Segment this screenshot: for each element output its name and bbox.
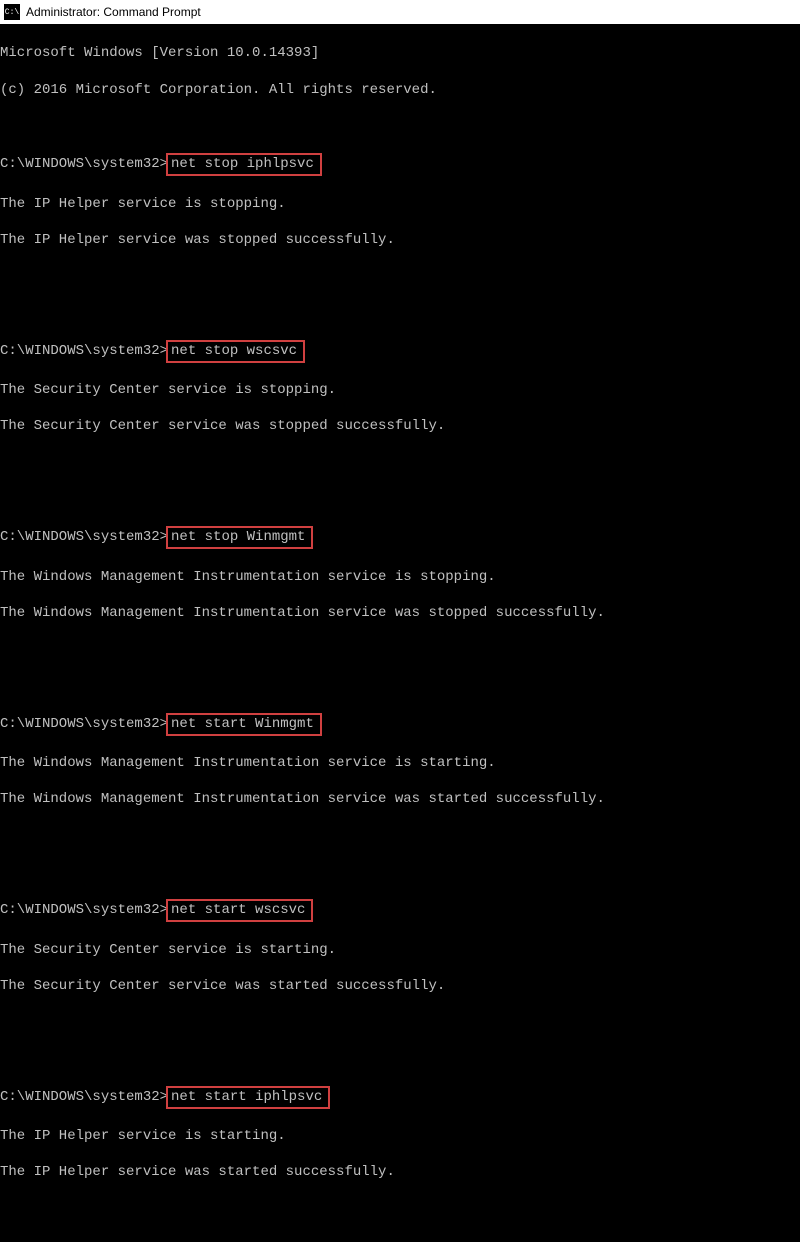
prompt: C:\WINDOWS\system32> [0,343,168,359]
prompt: C:\WINDOWS\system32> [0,902,168,918]
console-line: (c) 2016 Microsoft Corporation. All righ… [0,81,800,99]
prompt-line: C:\WINDOWS\system32>net stop wscsvc [0,340,800,363]
console-line: The IP Helper service was started succes… [0,1163,800,1181]
console-line: The Security Center service was started … [0,977,800,995]
prompt-line: C:\WINDOWS\system32>net start iphlpsvc [0,1086,800,1109]
console-line: The Windows Management Instrumentation s… [0,754,800,772]
console-output[interactable]: Microsoft Windows [Version 10.0.14393] (… [0,24,800,1242]
console-line: The IP Helper service was stopped succes… [0,231,800,249]
window-title: Administrator: Command Prompt [26,5,201,19]
prompt-line: C:\WINDOWS\system32>net start Winmgmt [0,713,800,736]
console-line: The Security Center service is starting. [0,941,800,959]
command-highlight: net start iphlpsvc [166,1086,330,1109]
cmd-icon: C:\ [4,4,20,20]
window-titlebar: C:\ Administrator: Command Prompt [0,0,800,24]
console-line: Microsoft Windows [Version 10.0.14393] [0,44,800,62]
prompt-line: C:\WINDOWS\system32>net stop Winmgmt [0,526,800,549]
prompt: C:\WINDOWS\system32> [0,156,168,172]
console-line: The Windows Management Instrumentation s… [0,790,800,808]
console-line: The IP Helper service is stopping. [0,195,800,213]
console-line: The Windows Management Instrumentation s… [0,604,800,622]
console-line: The Windows Management Instrumentation s… [0,568,800,586]
command-highlight: net start Winmgmt [166,713,322,736]
prompt-line: C:\WINDOWS\system32>net start wscsvc [0,899,800,922]
command-highlight: net stop Winmgmt [166,526,313,549]
command-highlight: net start wscsvc [166,899,313,922]
command-highlight: net stop wscsvc [166,340,305,363]
console-line: The IP Helper service is starting. [0,1127,800,1145]
prompt: C:\WINDOWS\system32> [0,1089,168,1105]
prompt: C:\WINDOWS\system32> [0,716,168,732]
prompt-line: C:\WINDOWS\system32>net stop iphlpsvc [0,153,800,176]
prompt: C:\WINDOWS\system32> [0,529,168,545]
console-line: The Security Center service was stopped … [0,417,800,435]
command-highlight: net stop iphlpsvc [166,153,322,176]
console-line: The Security Center service is stopping. [0,381,800,399]
